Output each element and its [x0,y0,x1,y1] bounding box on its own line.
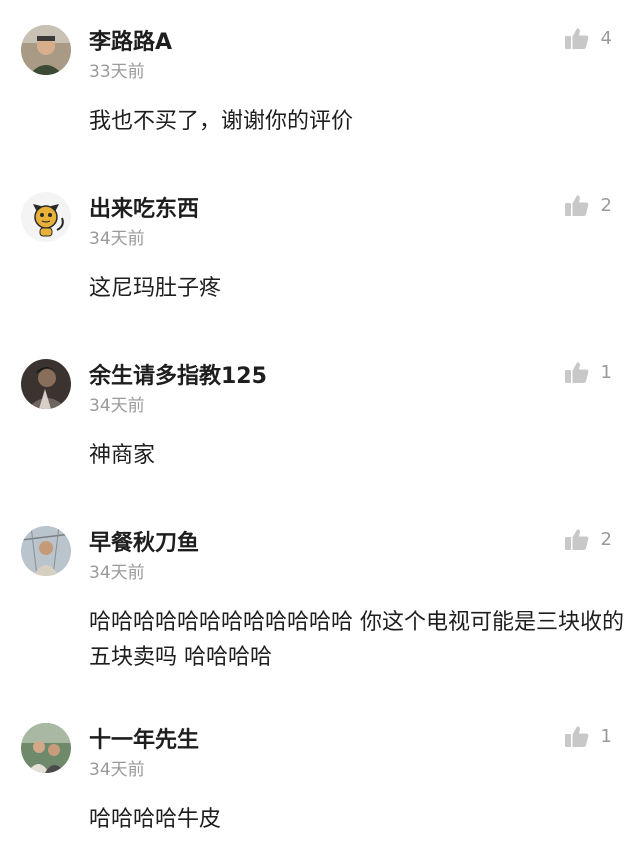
avatar[interactable] [21,359,71,409]
like-button[interactable]: 2 [564,191,612,219]
comment-time: 34天前 [89,760,145,780]
username[interactable]: 余生请多指教125 [89,358,267,390]
username[interactable]: 早餐秋刀鱼 [89,525,199,557]
thumbs-up-icon [564,195,588,216]
thumbs-up-icon [564,28,588,49]
user-avatar-icon [21,359,71,409]
comment-time: 34天前 [89,396,145,416]
like-count: 4 [600,27,612,49]
thumbs-up-icon [564,362,588,383]
like-count: 1 [600,361,612,383]
avatar[interactable] [21,723,71,773]
cat-avatar-icon [21,192,71,242]
comment-text: 哈哈哈哈哈哈哈哈哈哈哈哈 你这个电视可能是三块收的 五块卖吗 哈哈哈哈 [89,610,624,670]
user-avatar-icon [21,723,71,773]
comment-text: 这尼玛肚子疼 [89,276,222,301]
like-button[interactable]: 2 [564,525,612,553]
like-count: 2 [600,528,612,550]
comment-time: 34天前 [89,563,145,583]
thumbs-up-icon [564,726,588,747]
username[interactable]: 出来吃东西 [89,191,199,223]
comment-text: 神商家 [89,443,156,468]
avatar[interactable] [21,25,71,75]
like-button[interactable]: 1 [564,358,612,386]
username[interactable]: 李路路A [89,24,172,56]
comment-time: 34天前 [89,229,145,249]
avatar[interactable] [21,526,71,576]
comment-time: 33天前 [89,62,145,82]
comment-text: 哈哈哈哈牛皮 [89,807,222,832]
user-avatar-icon [21,526,71,576]
like-button[interactable]: 4 [564,24,612,52]
like-count: 2 [600,194,612,216]
like-count: 1 [600,725,612,747]
comment-text: 我也不买了，谢谢你的评价 [89,109,354,134]
user-avatar-icon [21,25,71,75]
username[interactable]: 十一年先生 [89,722,199,754]
thumbs-up-icon [564,529,588,550]
like-button[interactable]: 1 [564,722,612,750]
avatar[interactable] [21,192,71,242]
